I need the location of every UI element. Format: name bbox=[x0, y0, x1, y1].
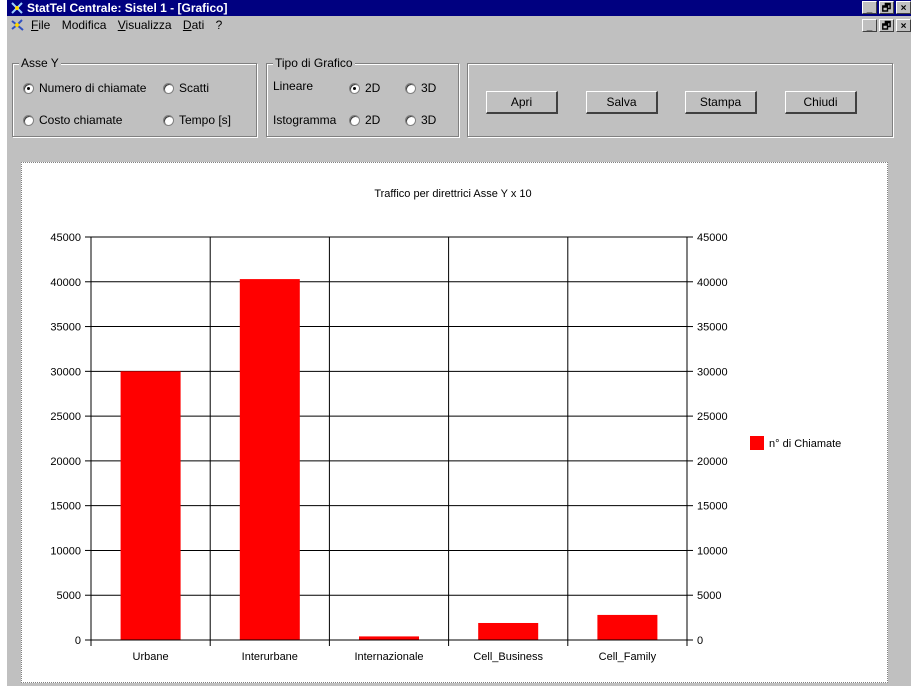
menu-modifica[interactable]: Modifica bbox=[58, 16, 111, 35]
asse-y-legend: Asse Y bbox=[19, 56, 61, 70]
window-title: StatTel Centrale: Sistel 1 - [Grafico] bbox=[27, 1, 228, 15]
bar-chart: Traffico per direttrici Asse Y x 10 0 500… bbox=[50, 188, 841, 663]
asse-y-group: Asse Y Numero di chiamate Scatti Costo c… bbox=[12, 56, 257, 137]
radio-scatti[interactable]: Scatti bbox=[163, 81, 209, 95]
bar-internazionale bbox=[359, 636, 419, 640]
y-tick-label-left: 35000 bbox=[50, 322, 81, 334]
x-tick-label: Cell_Family bbox=[599, 651, 657, 663]
menu-help-label: ? bbox=[215, 18, 223, 32]
y-tick-label-right: 0 bbox=[697, 635, 703, 647]
radio-lineare-2d[interactable]: 2D bbox=[349, 81, 380, 95]
tipo-grafico-legend: Tipo di Grafico bbox=[273, 56, 355, 70]
radio-indicator bbox=[349, 82, 360, 94]
y-tick-label-right: 40000 bbox=[697, 277, 728, 289]
radio-numero-chiamate[interactable]: Numero di chiamate bbox=[23, 81, 146, 95]
y-tick-label-right: 15000 bbox=[697, 501, 728, 513]
y-tick-label-left: 15000 bbox=[50, 501, 81, 513]
radio-indicator bbox=[405, 82, 416, 94]
menu-help[interactable]: ? bbox=[212, 16, 227, 35]
child-restore-button[interactable]: 🗗 bbox=[879, 19, 894, 32]
radio-indicator bbox=[23, 114, 34, 126]
legend-label: n° di Chiamate bbox=[769, 438, 841, 450]
salva-button[interactable]: Salva bbox=[586, 91, 658, 114]
radio-costo-chiamate[interactable]: Costo chiamate bbox=[23, 113, 122, 127]
child-window-controls: _ 🗗 × bbox=[860, 19, 911, 32]
bar-urbane bbox=[120, 371, 181, 640]
radio-istogramma-2d[interactable]: 2D bbox=[349, 113, 380, 127]
radio-indicator bbox=[405, 114, 416, 126]
radio-label: Costo chiamate bbox=[39, 113, 123, 127]
menu-visualizza[interactable]: Visualizza bbox=[114, 16, 176, 35]
chiudi-button[interactable]: Chiudi bbox=[785, 91, 857, 114]
radio-istogramma-3d[interactable]: 3D bbox=[405, 113, 436, 127]
menu-visualizza-label: isualizza bbox=[125, 18, 172, 32]
y-tick-label-right: 5000 bbox=[697, 590, 721, 602]
radio-label: 2D bbox=[365, 81, 381, 95]
radio-indicator bbox=[23, 82, 34, 94]
y-tick-label-left: 40000 bbox=[50, 277, 81, 289]
actions-group: Apri Salva Stampa Chiudi bbox=[467, 63, 893, 137]
bar-cell_family bbox=[597, 614, 658, 640]
y-tick-label-left: 30000 bbox=[50, 366, 81, 378]
menu-file[interactable]: File bbox=[27, 16, 54, 35]
child-close-button[interactable]: × bbox=[896, 19, 911, 32]
x-tick-label: Cell_Business bbox=[473, 651, 543, 663]
y-tick-label-right: 20000 bbox=[697, 456, 728, 468]
bar-cell_business bbox=[478, 622, 539, 640]
radio-indicator bbox=[349, 114, 360, 126]
menu-bar: File Modifica Visualizza Dati ? _ 🗗 × bbox=[7, 16, 911, 35]
close-button[interactable]: × bbox=[896, 1, 911, 14]
y-tick-label-right: 30000 bbox=[697, 366, 728, 378]
menu-modifica-label: Modifica bbox=[61, 18, 107, 32]
y-tick-label-left: 20000 bbox=[50, 456, 81, 468]
radio-label: Scatti bbox=[179, 81, 210, 95]
bar-interurbane bbox=[239, 279, 300, 640]
y-tick-label-left: 25000 bbox=[50, 411, 81, 423]
menu-dati-label: ati bbox=[191, 18, 205, 32]
y-tick-label-left: 45000 bbox=[50, 232, 81, 244]
lineare-label: Lineare bbox=[273, 79, 314, 93]
stampa-button[interactable]: Stampa bbox=[685, 91, 757, 114]
radio-label: 3D bbox=[421, 113, 437, 127]
app-icon bbox=[11, 2, 23, 14]
radio-label: 3D bbox=[421, 81, 437, 95]
x-tick-label: Interurbane bbox=[242, 651, 298, 663]
minimize-button[interactable]: _ bbox=[862, 1, 877, 14]
chart-area: Traffico per direttrici Asse Y x 10 0 500… bbox=[21, 162, 888, 683]
menu-dati[interactable]: Dati bbox=[179, 16, 208, 35]
legend-swatch bbox=[750, 436, 764, 450]
restore-button[interactable]: 🗗 bbox=[879, 1, 894, 14]
radio-indicator bbox=[163, 82, 174, 94]
radio-lineare-3d[interactable]: 3D bbox=[405, 81, 436, 95]
istogramma-label: Istogramma bbox=[273, 113, 337, 127]
title-bar: StatTel Centrale: Sistel 1 - [Grafico] _… bbox=[7, 0, 911, 16]
menu-file-label: ile bbox=[38, 18, 51, 32]
window-controls: _ 🗗 × bbox=[860, 1, 911, 14]
menu-visualizza-accel: V bbox=[117, 18, 126, 32]
x-tick-label: Urbane bbox=[133, 651, 169, 663]
y-tick-label-left: 10000 bbox=[50, 545, 81, 557]
document-icon bbox=[11, 19, 24, 31]
menu-dati-accel: D bbox=[182, 18, 192, 32]
radio-label: Tempo [s] bbox=[179, 113, 232, 127]
y-tick-label-left: 0 bbox=[75, 635, 81, 647]
radio-label: Numero di chiamate bbox=[39, 81, 147, 95]
y-tick-label-right: 10000 bbox=[697, 545, 728, 557]
radio-label: 2D bbox=[365, 113, 381, 127]
y-tick-label-right: 45000 bbox=[697, 232, 728, 244]
apri-button[interactable]: Apri bbox=[486, 91, 558, 114]
chart-title: Traffico per direttrici Asse Y x 10 bbox=[374, 188, 531, 200]
main-panel: Asse Y Numero di chiamate Scatti Costo c… bbox=[7, 35, 911, 686]
child-minimize-button[interactable]: _ bbox=[862, 19, 877, 32]
y-tick-label-left: 5000 bbox=[57, 590, 81, 602]
radio-indicator bbox=[163, 114, 174, 126]
tipo-grafico-group: Tipo di Grafico Lineare 2D 3D Istogramma… bbox=[266, 56, 459, 137]
y-tick-label-right: 35000 bbox=[697, 322, 728, 334]
x-tick-label: Internazionale bbox=[354, 651, 423, 663]
y-tick-label-right: 25000 bbox=[697, 411, 728, 423]
radio-tempo[interactable]: Tempo [s] bbox=[163, 113, 231, 127]
